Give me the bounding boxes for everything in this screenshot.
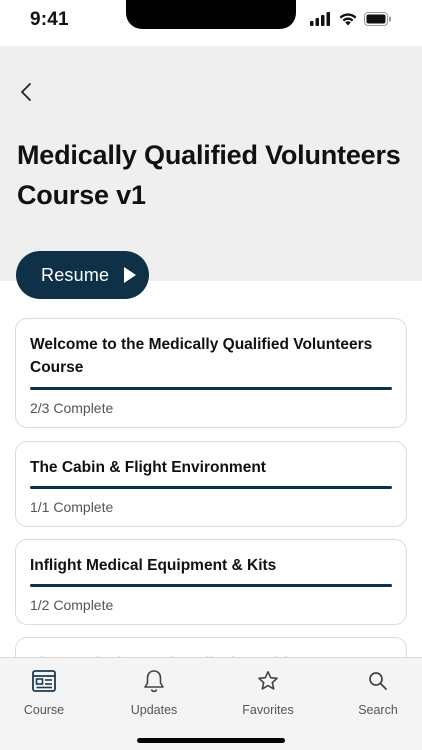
tab-label: Course bbox=[23, 703, 65, 717]
module-status: 1/1 Complete bbox=[30, 499, 114, 515]
resume-button[interactable]: Resume bbox=[16, 251, 149, 299]
chevron-left-icon bbox=[21, 83, 31, 101]
module-progress-fill bbox=[30, 584, 392, 587]
resume-button-label: Resume bbox=[41, 264, 110, 285]
home-indicator bbox=[137, 738, 285, 743]
tab-search[interactable]: Search bbox=[338, 668, 418, 717]
status-icons bbox=[310, 12, 392, 26]
module-title: The Cabin & Flight Environment bbox=[30, 459, 266, 476]
play-icon bbox=[124, 267, 137, 283]
battery-icon bbox=[364, 12, 391, 26]
module-card[interactable]: Welcome to the Medically Qualified Volun… bbox=[15, 318, 407, 428]
module-status: 1/2 Complete bbox=[30, 597, 114, 613]
cellular-signal-icon bbox=[310, 12, 330, 26]
module-progress-bar bbox=[30, 387, 392, 390]
page-title: Medically Qualified Volunteers Course v1 bbox=[17, 140, 401, 210]
module-progress-bar bbox=[30, 584, 392, 587]
tab-label: Updates bbox=[130, 703, 178, 717]
star-icon bbox=[255, 668, 281, 694]
tab-label: Search bbox=[358, 703, 398, 717]
tab-course[interactable]: Course bbox=[4, 668, 84, 717]
status-time: 9:41 bbox=[30, 9, 69, 30]
module-progress-fill bbox=[30, 387, 392, 390]
course-header: Medically Qualified Volunteers Course v1 bbox=[0, 46, 422, 281]
search-icon bbox=[365, 668, 391, 694]
wifi-icon bbox=[339, 13, 357, 26]
module-title: Inflight Medical Equipment & Kits bbox=[30, 557, 277, 574]
back-button[interactable] bbox=[14, 78, 38, 106]
bell-icon bbox=[141, 668, 167, 694]
module-card[interactable]: Inflight Medical Equipment & Kits 1/2 Co… bbox=[15, 539, 407, 625]
tab-favorites[interactable]: Favorites bbox=[228, 668, 308, 717]
newspaper-icon bbox=[31, 668, 57, 694]
tab-updates[interactable]: Updates bbox=[114, 668, 194, 717]
module-card[interactable]: The Cabin & Flight Environment 1/1 Compl… bbox=[15, 441, 407, 527]
module-progress-bar bbox=[30, 486, 392, 489]
module-progress-fill bbox=[30, 486, 392, 489]
tab-label: Favorites bbox=[242, 703, 294, 717]
module-title: Welcome to the Medically Qualified Volun… bbox=[30, 336, 373, 376]
tab-bar: Course Updates Favorites Search bbox=[0, 657, 422, 750]
device-notch bbox=[126, 0, 296, 29]
module-status: 2/3 Complete bbox=[30, 400, 114, 416]
status-bar: 9:41 bbox=[0, 0, 422, 46]
